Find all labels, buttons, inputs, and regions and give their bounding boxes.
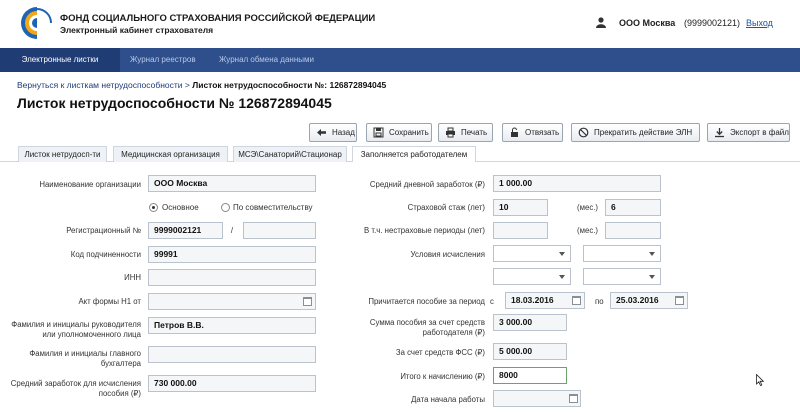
user-name: ООО Москва [619,18,676,28]
calendar-icon[interactable] [675,296,684,305]
insurance-experience-label: Страховой стаж (лет) [407,203,485,212]
arrow-left-icon [317,129,326,136]
experience-months-field[interactable]: 6 [605,199,661,216]
download-icon [715,128,724,138]
logout-link[interactable]: Выход [746,18,773,28]
breadcrumb-current: Листок нетрудоспособности №: 12687289404… [192,80,387,90]
employer-amount-label: Сумма пособия за счет средств работодате… [369,318,485,337]
save-icon [373,127,384,138]
app-header: ФОНД СОЦИАЛЬНОГО СТРАХОВАНИЯ РОССИЙСКОЙ … [0,0,800,48]
avg-earnings-field[interactable]: 730 000.00 [148,375,316,392]
radio-main-label: Основное [162,203,199,212]
terminate-eln-label: Прекратить действие ЭЛН [594,128,693,137]
nav-exchange-journal[interactable]: Журнал обмена данными [219,48,314,72]
radio-main-job[interactable] [149,203,158,212]
printer-icon [446,127,455,138]
unbind-button[interactable]: Отвязать [502,123,563,142]
back-to-sheets-link[interactable]: Вернуться к листкам нетрудоспособности [17,80,183,90]
ban-icon [578,127,589,138]
total-accrual-label: Итого к начислению (₽) [400,372,485,381]
chevron-down-icon [559,252,565,256]
calc-conditions-label: Условия исчисления [410,250,485,259]
tab-employer[interactable]: Заполняется работодателем [352,146,476,162]
breadcrumb: Вернуться к листкам нетрудоспособности >… [17,80,386,90]
non-insurance-months-label: (мес.) [577,226,598,235]
org-name-label: Наименование организации [39,180,141,189]
benefit-period-label: Причитается пособие за период [368,297,485,306]
main-nav: Электронные листки Журнал реестров Журна… [0,48,800,72]
total-accrual-field[interactable]: 8000 [493,367,567,384]
radio-part-time[interactable] [221,203,230,212]
work-start-date-label: Дата начала работы [411,395,485,404]
back-button-label: Назад [332,128,355,137]
reg-number-label: Регистрационный № [66,226,141,235]
daily-earnings-field[interactable]: 1 000.00 [493,175,661,192]
page-title: Листок нетрудоспособности № 126872894045 [17,95,332,111]
subordination-code-label: Код подчиненности [70,250,141,259]
chief-accountant-field[interactable] [148,346,316,363]
radio-part-label: По совместительству [233,203,313,212]
calendar-icon[interactable] [303,297,312,306]
nav-electronic-sheets[interactable]: Электронные листки [0,48,120,72]
org-name: ФОНД СОЦИАЛЬНОГО СТРАХОВАНИЯ РОССИЙСКОЙ … [60,13,376,24]
tab-mse-sanatorium[interactable]: МСЭ\Санаторий\Стационар [233,146,347,162]
period-to-label: по [595,297,604,306]
act-n1-date-field[interactable] [148,293,316,310]
chief-accountant-label: Фамилия и инициалы главного бухгалтера [29,349,141,368]
calendar-icon[interactable] [569,394,578,403]
fss-amount-label: За счет средств ФСС (₽) [395,348,485,357]
user-id: (9999002121) [684,18,741,28]
inn-label: ИНН [124,273,141,282]
fss-logo-icon [21,6,54,40]
reg-number-field[interactable]: 9999002121 [148,222,223,239]
employer-amount-field[interactable]: 3 000.00 [493,314,567,331]
save-button[interactable]: Сохранить [366,123,432,142]
reg-separator: / [230,226,234,235]
terminate-eln-button[interactable]: Прекратить действие ЭЛН [571,123,700,142]
reg-number-extra-field[interactable] [243,222,316,239]
unbind-button-label: Отвязать [525,128,560,137]
head-name-field[interactable]: Петров В.В. [148,317,316,334]
chevron-down-icon [559,275,565,279]
nav-registers-journal[interactable]: Журнал реестров [130,48,196,72]
org-name-field[interactable]: ООО Москва [148,175,316,192]
chevron-down-icon [649,275,655,279]
avg-earnings-label: Средний заработок для исчисления пособия… [10,379,141,398]
non-insurance-months-field[interactable] [605,222,661,239]
back-button[interactable]: Назад [309,123,357,142]
inn-field[interactable] [148,269,316,286]
chevron-down-icon [649,252,655,256]
tab-sheet[interactable]: Листок нетрудосп-ти [18,146,107,162]
export-file-label: Экспорт в файл [730,128,789,137]
subordination-code-field[interactable]: 99991 [148,246,316,263]
experience-months-label: (мес.) [577,203,598,212]
mouse-pointer-icon [756,374,764,386]
cabinet-title: Электронный кабинет страхователя [60,25,214,35]
unlock-icon [511,127,518,137]
print-button[interactable]: Печать [438,123,493,142]
experience-years-field[interactable]: 10 [493,199,548,216]
calendar-icon[interactable] [572,296,581,305]
non-insurance-label: В т.ч. нестраховые периоды (лет) [364,226,485,235]
fss-amount-field[interactable]: 5 000.00 [493,343,567,360]
save-button-label: Сохранить [389,128,429,137]
breadcrumb-separator: > [184,80,190,90]
user-icon [596,17,606,28]
print-button-label: Печать [461,128,488,137]
daily-earnings-label: Средний дневной заработок (₽) [369,180,485,189]
non-insurance-years-field[interactable] [493,222,548,239]
period-from-label: с [490,297,494,306]
export-file-button[interactable]: Экспорт в файл [707,123,790,142]
work-start-date-field[interactable] [493,390,581,407]
head-name-label: Фамилия и инициалы руководителя или упол… [11,320,141,339]
act-n1-label: Акт формы Н1 от [78,297,141,306]
tab-medical-org[interactable]: Медицинская организация [113,146,228,162]
